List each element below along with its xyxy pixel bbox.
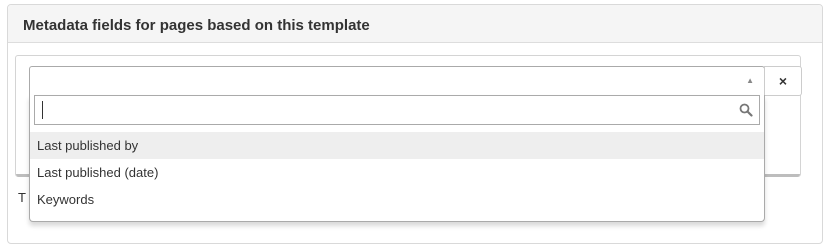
text-caret	[42, 101, 43, 119]
dropdown-search-box	[34, 95, 760, 125]
clear-button[interactable]: ×	[764, 66, 802, 96]
chevron-up-icon: ▲	[746, 76, 754, 85]
search-icon	[739, 103, 753, 117]
option-last-published-date[interactable]: Last published (date)	[30, 159, 764, 186]
option-last-published-by[interactable]: Last published by	[30, 132, 764, 159]
partial-text-below: T	[18, 190, 26, 205]
option-keywords[interactable]: Keywords	[30, 186, 764, 213]
dropdown-search-input[interactable]	[35, 96, 735, 124]
panel-title: Metadata fields for pages based on this …	[8, 5, 822, 43]
select-dropdown: Last published by Last published (date) …	[29, 95, 765, 222]
metadata-field-select[interactable]: ▲	[29, 66, 765, 96]
close-icon: ×	[778, 73, 788, 89]
dropdown-option-list: Last published by Last published (date) …	[30, 132, 764, 213]
